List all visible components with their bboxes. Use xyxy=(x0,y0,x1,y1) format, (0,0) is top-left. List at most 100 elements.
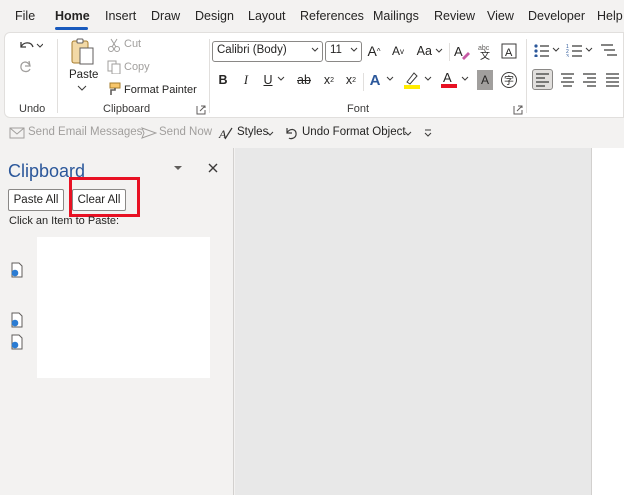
font-color-icon[interactable]: A xyxy=(440,69,458,89)
subscript-mark: 2 xyxy=(330,76,335,84)
group-separator xyxy=(363,73,364,91)
multilevel-list-icon[interactable] xyxy=(599,43,623,57)
menu-bar: File Home Insert Draw Design Layout Refe… xyxy=(0,0,624,32)
align-right-icon[interactable] xyxy=(580,70,599,89)
font-name-dropdown[interactable]: Calibri (Body) xyxy=(212,41,323,62)
paste-all-button[interactable]: Paste All xyxy=(8,189,64,211)
highlight-box xyxy=(69,177,140,217)
grow-font-button[interactable]: A ^ xyxy=(366,41,382,61)
group-separator xyxy=(57,39,58,113)
document-page[interactable] xyxy=(591,148,624,495)
clipboard-item-icon[interactable] xyxy=(10,262,24,278)
change-case-button[interactable]: Aa xyxy=(415,41,445,61)
pane-options-icon[interactable] xyxy=(173,165,183,171)
chevron-down-icon[interactable] xyxy=(266,131,274,137)
chevron-down-icon[interactable] xyxy=(277,76,285,82)
highlight-icon[interactable] xyxy=(403,70,421,90)
menu-layout[interactable]: Layout xyxy=(248,9,286,23)
format-painter-icon[interactable] xyxy=(106,82,122,96)
text-effects-button[interactable]: A xyxy=(367,70,383,90)
svg-text:3: 3 xyxy=(566,54,569,57)
align-center-icon[interactable] xyxy=(558,70,577,89)
subscript-button[interactable]: x2 xyxy=(321,70,337,90)
phonetic-guide-icon[interactable]: abc 文 xyxy=(477,43,495,61)
clipboard-item-icon[interactable] xyxy=(10,334,24,350)
justify-icon[interactable] xyxy=(603,70,622,89)
menu-developer[interactable]: Developer xyxy=(528,9,585,23)
styles-icon[interactable]: A xyxy=(218,126,234,140)
clipboard-preview-area[interactable] xyxy=(37,237,210,378)
menu-references[interactable]: References xyxy=(300,9,364,23)
chevron-down-icon[interactable] xyxy=(461,76,469,82)
chevron-down-icon xyxy=(350,47,358,52)
numbering-icon[interactable]: 1 2 3 xyxy=(566,43,594,57)
menu-help[interactable]: Help xyxy=(597,9,623,23)
menu-draw[interactable]: Draw xyxy=(151,9,180,23)
clipboard-launcher-icon[interactable] xyxy=(196,105,206,115)
character-border-icon[interactable]: A xyxy=(501,43,517,59)
copy-label[interactable]: Copy xyxy=(124,61,150,73)
close-icon[interactable] xyxy=(208,163,218,173)
group-separator xyxy=(209,39,210,113)
clipboard-item-icon[interactable] xyxy=(10,312,24,328)
shading-button[interactable]: A xyxy=(477,70,493,90)
undo-icon[interactable] xyxy=(17,38,43,52)
send-now-button[interactable]: Send Now xyxy=(159,126,212,138)
svg-text:A: A xyxy=(505,47,513,59)
chevron-down-icon[interactable] xyxy=(404,131,412,137)
strikethrough-button[interactable]: ab xyxy=(295,70,313,90)
email-icon[interactable] xyxy=(9,127,25,139)
font-name-value: Calibri (Body) xyxy=(217,44,287,56)
menu-view[interactable]: View xyxy=(487,9,514,23)
bold-button[interactable]: B xyxy=(216,70,230,90)
paste-chevron-icon[interactable] xyxy=(77,85,87,91)
italic-button[interactable]: I xyxy=(239,70,253,90)
styles-button[interactable]: Styles xyxy=(237,126,268,138)
undo-format-object-button[interactable]: Undo Format Object xyxy=(302,126,406,138)
underline-button[interactable]: U xyxy=(261,70,275,90)
svg-text:A: A xyxy=(443,70,452,85)
menu-home[interactable]: Home xyxy=(55,9,90,23)
font-launcher-icon[interactable] xyxy=(513,105,523,115)
menu-mailings[interactable]: Mailings xyxy=(373,9,419,23)
svg-text:A: A xyxy=(454,44,463,59)
shrink-font-label: A xyxy=(391,44,400,58)
menu-insert[interactable]: Insert xyxy=(105,9,136,23)
copy-icon[interactable] xyxy=(107,60,121,74)
shrink-font-button[interactable]: Av xyxy=(390,41,406,61)
paste-icon[interactable] xyxy=(69,37,95,67)
font-size-dropdown[interactable]: 11 xyxy=(325,41,362,62)
align-left-button[interactable] xyxy=(532,69,553,90)
grow-font-label: A xyxy=(367,43,377,59)
cut-label[interactable]: Cut xyxy=(124,38,141,50)
superscript-mark: 2 xyxy=(352,76,357,84)
font-size-value: 11 xyxy=(330,44,342,56)
svg-text:字: 字 xyxy=(504,74,514,87)
bullets-icon[interactable] xyxy=(533,43,561,57)
ribbon: Undo Paste Cut Copy Format Painter Clipb… xyxy=(4,32,624,118)
chevron-down-icon[interactable] xyxy=(386,76,394,82)
menu-review[interactable]: Review xyxy=(434,9,475,23)
group-separator xyxy=(526,39,527,113)
format-painter-label[interactable]: Format Painter xyxy=(124,84,197,96)
enclose-characters-icon[interactable]: 字 xyxy=(500,71,518,89)
customize-toolbar-icon[interactable] xyxy=(423,128,433,138)
redo-icon[interactable] xyxy=(17,58,35,74)
chevron-down-icon[interactable] xyxy=(424,76,432,82)
menu-design[interactable]: Design xyxy=(195,9,234,23)
font-group-label: Font xyxy=(347,103,370,115)
undo-icon[interactable] xyxy=(284,126,298,140)
quick-access-toolbar: Send Email Messages Send Now A Styles Un… xyxy=(0,118,624,148)
send-icon[interactable] xyxy=(141,127,157,139)
clipboard-pane: Clipboard Paste All Clear All Click an I… xyxy=(0,148,234,495)
svg-text:文: 文 xyxy=(480,49,490,61)
menu-file[interactable]: File xyxy=(15,9,35,23)
paste-label[interactable]: Paste xyxy=(69,69,98,81)
clear-formatting-icon[interactable]: A xyxy=(453,43,471,61)
change-case-label: Aa xyxy=(416,44,432,58)
superscript-button[interactable]: x2 xyxy=(343,70,359,90)
cut-icon[interactable] xyxy=(107,38,121,52)
send-email-button[interactable]: Send Email Messages xyxy=(28,126,142,138)
active-tab-indicator xyxy=(55,27,88,30)
clipboard-hint: Click an Item to Paste: xyxy=(9,215,120,227)
